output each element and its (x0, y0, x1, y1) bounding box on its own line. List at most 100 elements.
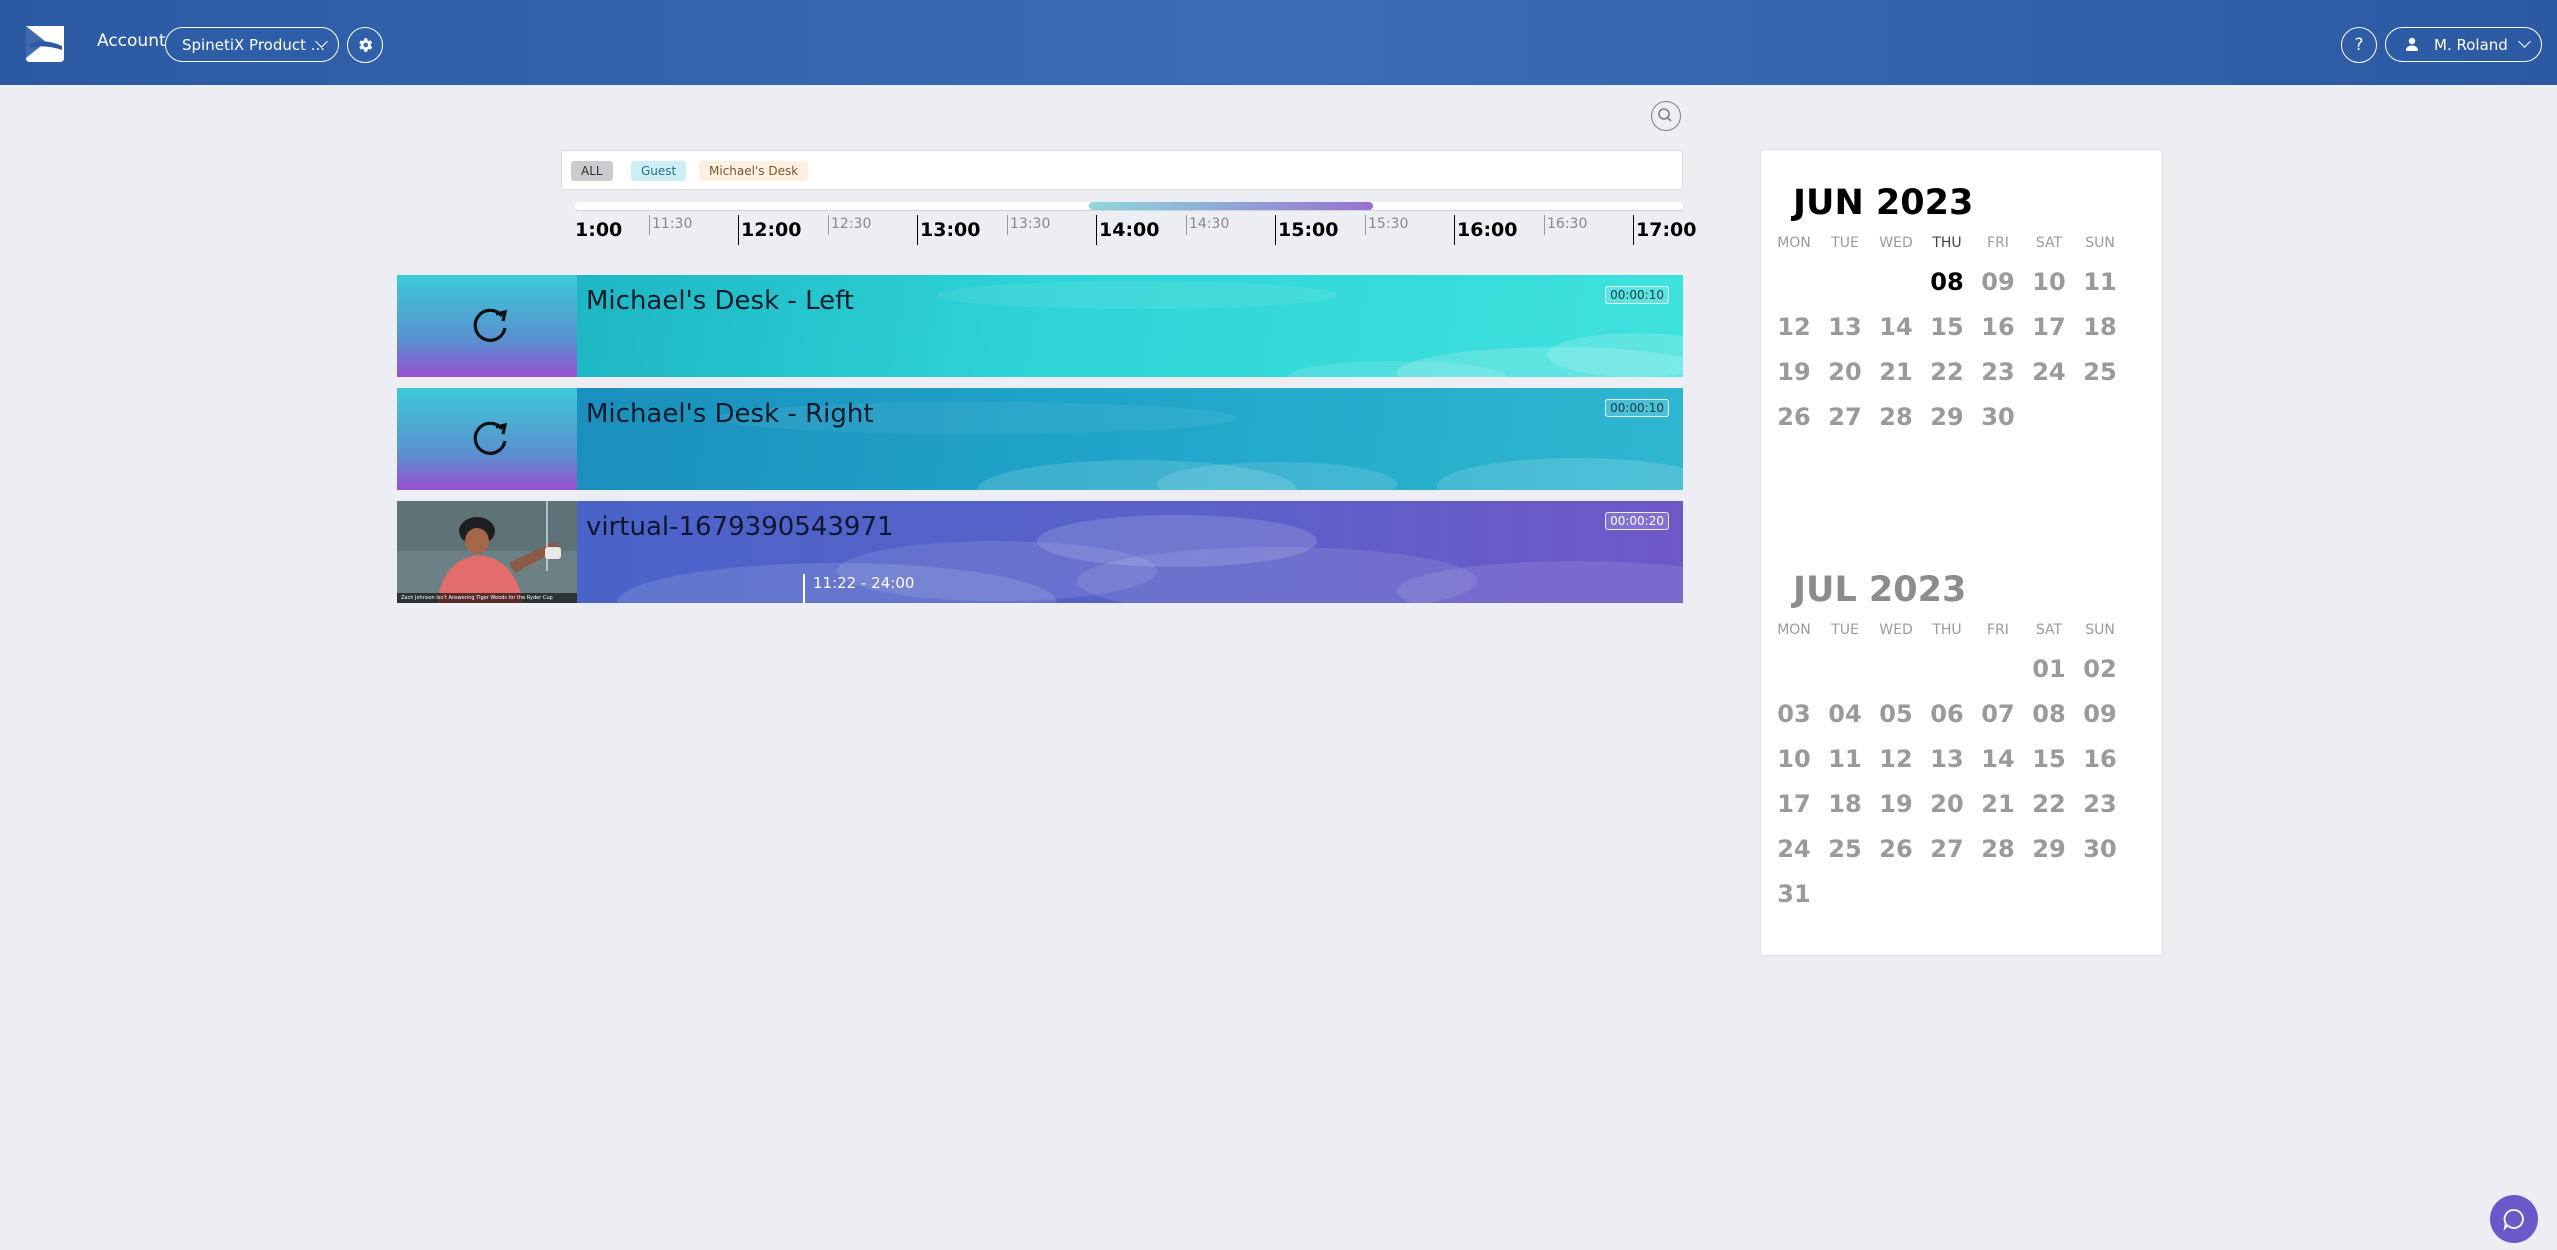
channel-thumbnail[interactable] (397, 275, 577, 377)
photo-caption: Zach Johnson Isn't Answering Tiger Woods… (397, 593, 577, 603)
calendar-day-today[interactable]: 08 (1922, 268, 1972, 296)
help-button[interactable]: ? (2341, 27, 2377, 63)
calendar-day[interactable]: 21 (1871, 358, 1921, 386)
calendar-day[interactable]: 26 (1769, 403, 1819, 431)
timeline-major-tick (738, 215, 739, 245)
filter-chip-all[interactable]: ALL (571, 161, 613, 181)
timeline-minor-label: 16:30 (1547, 216, 1588, 232)
chat-button[interactable] (2490, 1195, 2538, 1243)
calendar-day[interactable]: 02 (2075, 655, 2125, 683)
calendar-day[interactable]: 08 (2024, 700, 2074, 728)
account-select-value: SpinetiX Product ... (182, 36, 326, 54)
calendar-day[interactable]: 29 (2024, 835, 2074, 863)
calendar-day[interactable]: 04 (1820, 700, 1870, 728)
duration-badge: 00:00:10 (1605, 399, 1669, 417)
calendar-day[interactable]: 17 (2024, 313, 2074, 341)
calendar-day[interactable]: 12 (1769, 313, 1819, 341)
calendar-day[interactable]: 17 (1769, 790, 1819, 818)
refresh-icon (473, 308, 508, 342)
settings-button[interactable] (347, 27, 383, 63)
channel-thumbnail[interactable]: Zach Johnson Isn't Answering Tiger Woods… (397, 501, 577, 603)
weekday-label: THU (1932, 622, 1962, 638)
channel-row[interactable]: Michael's Desk - Right 00:00:10 (397, 388, 1683, 490)
calendar-day[interactable]: 19 (1871, 790, 1921, 818)
calendar-day[interactable]: 13 (1820, 313, 1870, 341)
spinetix-logo-icon[interactable] (22, 20, 68, 66)
calendar-day[interactable]: 05 (1871, 700, 1921, 728)
schedule-slot-time: 11:22 - 24:00 (813, 574, 915, 592)
filter-chip-guest[interactable]: Guest (631, 161, 687, 181)
timeline[interactable]: 1:00 11:30 12:00 12:30 13:00 13:30 14:00… (575, 202, 1696, 247)
user-menu-button[interactable]: M. Roland (2385, 27, 2542, 62)
calendar-day[interactable]: 31 (1769, 880, 1819, 908)
timeline-minor-tick (1544, 215, 1545, 235)
calendar-day[interactable]: 19 (1769, 358, 1819, 386)
calendar-day[interactable]: 09 (1973, 268, 2023, 296)
calendar-day[interactable]: 22 (1922, 358, 1972, 386)
calendar-day[interactable]: 24 (2024, 358, 2074, 386)
calendar-day[interactable]: 18 (2075, 313, 2125, 341)
channel-row[interactable]: Michael's Desk - Left 00:00:10 (397, 275, 1683, 377)
calendar-day[interactable]: 28 (1973, 835, 2023, 863)
calendar-day[interactable]: 16 (1973, 313, 2023, 341)
calendar-day[interactable]: 11 (1820, 745, 1870, 773)
account-select[interactable]: SpinetiX Product ... (165, 27, 339, 62)
calendar-day[interactable]: 14 (1973, 745, 2023, 773)
month-title: JUL 2023 (1793, 570, 1967, 610)
calendar-day[interactable]: 13 (1922, 745, 1972, 773)
user-name: M. Roland (2434, 36, 2508, 54)
timeline-major-label: 1:00 (575, 219, 623, 241)
calendar-day[interactable]: 22 (2024, 790, 2074, 818)
thumbnail-photo (397, 501, 577, 603)
calendar-day[interactable]: 30 (1973, 403, 2023, 431)
weekday-label: SUN (2085, 622, 2115, 638)
calendar-day[interactable]: 27 (1922, 835, 1972, 863)
calendar-day[interactable]: 28 (1871, 403, 1921, 431)
calendar-day[interactable]: 10 (2024, 268, 2074, 296)
calendar-day[interactable]: 24 (1769, 835, 1819, 863)
calendar-day[interactable]: 27 (1820, 403, 1870, 431)
filter-chip-michaels-desk[interactable]: Michael's Desk (699, 161, 809, 181)
calendar-day[interactable]: 12 (1871, 745, 1921, 773)
calendar-day[interactable]: 20 (1820, 358, 1870, 386)
calendar-day[interactable]: 06 (1922, 700, 1972, 728)
timeline-major-tick (1454, 215, 1455, 245)
calendar-day[interactable]: 14 (1871, 313, 1921, 341)
timeline-major-label: 17:00 (1636, 219, 1697, 241)
zoom-button[interactable] (1651, 101, 1681, 131)
timeline-major-tick (1275, 215, 1276, 245)
calendar-day[interactable]: 16 (2075, 745, 2125, 773)
weekday-label: WED (1879, 622, 1913, 638)
calendar-day[interactable]: 15 (2024, 745, 2074, 773)
help-icon: ? (2354, 35, 2364, 55)
timeline-major-tick (1096, 215, 1097, 245)
calendar-day[interactable]: 20 (1922, 790, 1972, 818)
channel-thumbnail[interactable] (397, 388, 577, 490)
calendar-day[interactable]: 03 (1769, 700, 1819, 728)
weekday-label: THU (1932, 235, 1962, 251)
calendar-day[interactable]: 30 (2075, 835, 2125, 863)
calendar-day[interactable]: 23 (1973, 358, 2023, 386)
calendar-day[interactable]: 10 (1769, 745, 1819, 773)
calendar-day[interactable]: 21 (1973, 790, 2023, 818)
timeline-visible-range[interactable] (1089, 202, 1373, 210)
month-title: JUN 2023 (1793, 183, 1974, 223)
filter-bar: ALL Guest Michael's Desk (561, 150, 1683, 190)
timeline-minor-label: 14:30 (1189, 216, 1230, 232)
calendar-day[interactable]: 09 (2075, 700, 2125, 728)
calendar-day[interactable]: 25 (1820, 835, 1870, 863)
gear-icon (359, 38, 373, 52)
calendar-day[interactable]: 15 (1922, 313, 1972, 341)
calendar-day[interactable]: 29 (1922, 403, 1972, 431)
timeline-major-label: 14:00 (1099, 219, 1160, 241)
schedule-slot[interactable]: 11:22 - 24:00 (803, 574, 914, 603)
calendar-day[interactable]: 25 (2075, 358, 2125, 386)
weekday-label: MON (1777, 622, 1811, 638)
channel-row[interactable]: Zach Johnson Isn't Answering Tiger Woods… (397, 501, 1683, 603)
calendar-day[interactable]: 11 (2075, 268, 2125, 296)
calendar-day[interactable]: 07 (1973, 700, 2023, 728)
calendar-day[interactable]: 01 (2024, 655, 2074, 683)
calendar-day[interactable]: 26 (1871, 835, 1921, 863)
calendar-day[interactable]: 18 (1820, 790, 1870, 818)
calendar-day[interactable]: 23 (2075, 790, 2125, 818)
